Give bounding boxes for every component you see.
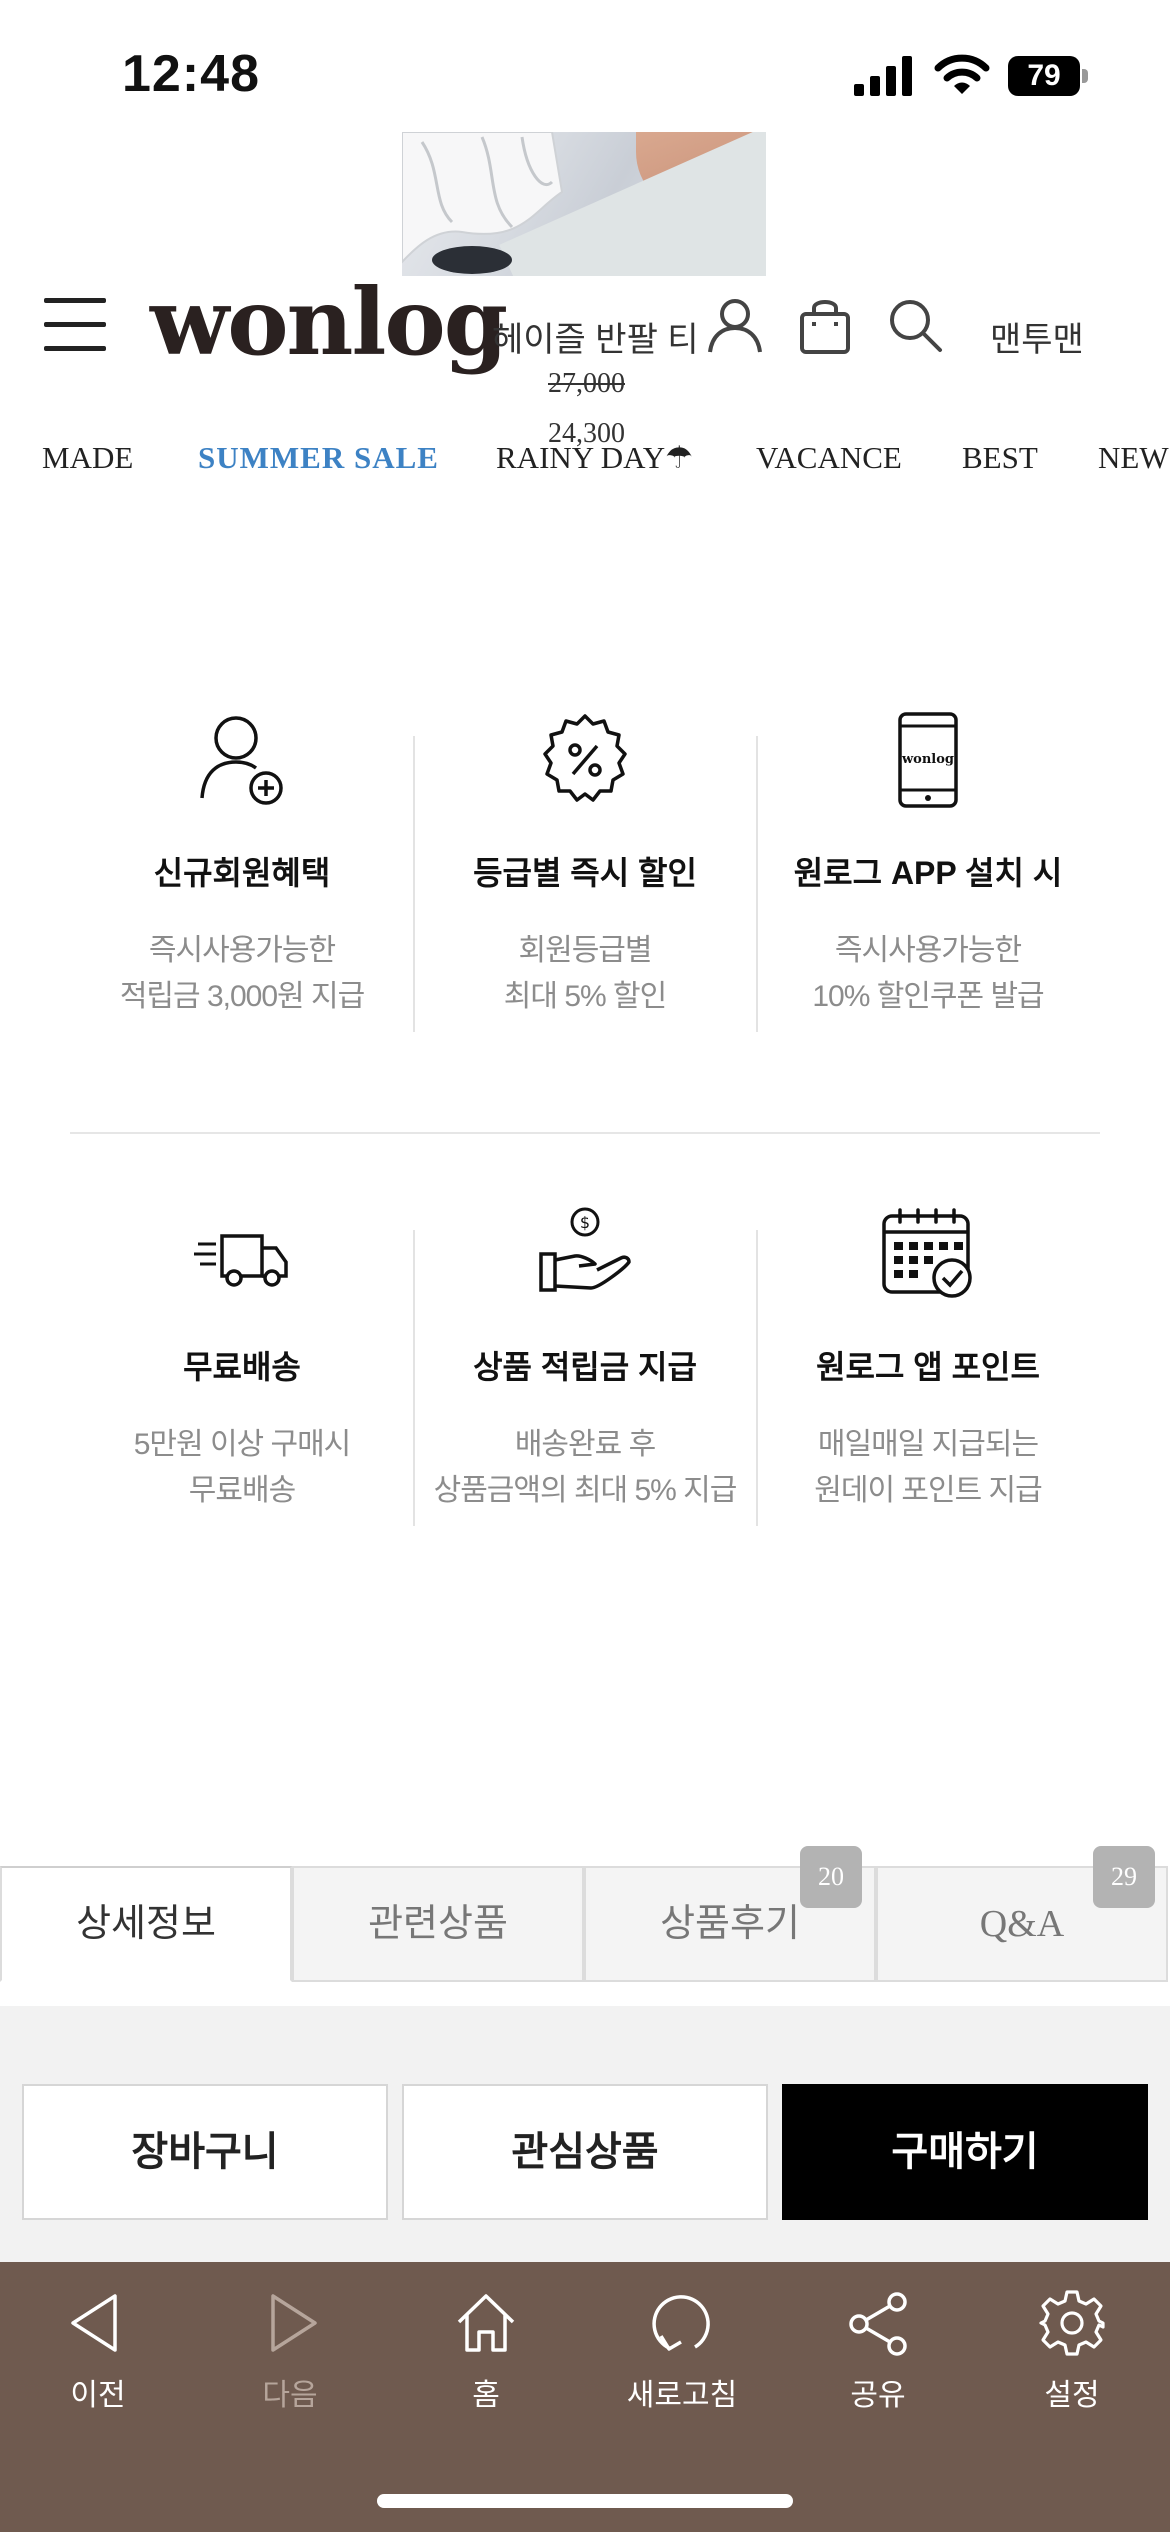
purchase-action-bar: 장바구니 관심상품 구매하기 [0,2006,1170,2262]
settings-gear-icon [1039,2290,1105,2356]
status-time: 12:48 [122,45,260,103]
delivery-truck-icon [194,1234,288,1287]
toolbar-share-button[interactable]: 공유 [798,2288,958,2414]
benefit-new-member: 신규회원혜택 즉시사용가능한 적립금 3,000원 지급 [72,710,412,1020]
benefit-title: 무료배송 [183,1349,301,1385]
garment-image [402,132,564,274]
toolbar-forward-button[interactable]: 다음 [210,2288,370,2414]
category-nav: MADE SUMMER SALE RAINY DAY☂ VACANCE BEST… [0,440,1170,490]
header-category-link[interactable]: 맨투맨 [990,312,1084,361]
toolbar-refresh-button[interactable]: 새로고침 [602,2288,762,2414]
status-bar: 12:48 79 [0,0,1170,130]
benefit-description: 즉시사용가능한 10% 할인쿠폰 발급 [812,934,1044,1013]
benefit-free-shipping: 무료배송 5만원 이상 구매시 무료배송 [72,1204,412,1514]
category-made[interactable]: MADE [42,440,133,476]
cellular-signal-icon [854,56,912,96]
product-tabs: 상세정보 관련상품 상품후기 Q&A 20 29 [0,1846,1170,1982]
forward-arrow-icon [271,2294,317,2352]
toolbar-label: 공유 [850,2379,906,2412]
product-thumbnail[interactable] [402,132,766,276]
refresh-icon [652,2295,710,2351]
reviews-count-badge: 20 [800,1846,862,1908]
header-original-price: 27,000 [548,368,625,399]
benefit-title: 등급별 즉시 할인 [473,855,697,891]
tab-label: 상품후기 [660,1903,800,1945]
toolbar-back-button[interactable]: 이전 [18,2288,178,2414]
share-icon [849,2292,907,2356]
wishlist-button[interactable]: 관심상품 [402,2084,768,2220]
battery-indicator: 79 [1008,56,1088,96]
toolbar-label: 새로고침 [626,2379,738,2412]
app-icon-logo-text: wonlog [901,752,954,767]
hand-coin-icon: $ [539,1207,631,1292]
user-account-icon[interactable] [706,296,764,354]
benefit-title: 신규회원혜택 [153,855,331,891]
search-icon[interactable] [886,296,944,354]
home-indicator[interactable] [377,2494,793,2508]
home-icon [457,2294,515,2352]
toolbar-label: 이전 [70,2379,126,2412]
tab-related[interactable]: 관련상품 [292,1866,584,1982]
benefit-description: 매일매일 지급되는 원데이 포인트 지급 [814,1428,1042,1507]
toolbar-label: 다음 [262,2379,318,2412]
shopping-bag-icon[interactable] [796,296,854,354]
benefit-reward-points: $ 상품 적립금 지급 배송완료 후 상품금액의 최대 5% 지급 [415,1204,755,1514]
header-product-name[interactable]: 헤이즐 반팔 티 [492,312,699,361]
section-divider [70,1132,1100,1134]
toolbar-label: 홈 [472,2379,500,2412]
qna-count-badge: 29 [1093,1846,1155,1908]
benefit-title: 원로그 APP 설치 시 [793,855,1063,891]
back-arrow-icon [71,2294,117,2352]
tab-label: Q&A [979,1903,1065,1945]
browser-toolbar: 이전 다음 홈 새로고침 공유 설정 [0,2262,1170,2532]
benefit-description: 회원등급별 최대 5% 할인 [503,934,667,1013]
benefit-description: 5만원 이상 구매시 무료배송 [133,1428,352,1507]
benefit-app-points: 원로그 앱 포인트 매일매일 지급되는 원데이 포인트 지급 [758,1204,1098,1514]
add-to-cart-button[interactable]: 장바구니 [22,2084,388,2220]
toolbar-label: 설정 [1044,2379,1100,2412]
toolbar-home-button[interactable]: 홈 [406,2288,566,2414]
benefit-grade-discount: 등급별 즉시 할인 회원등급별 최대 5% 할인 [415,710,755,1020]
vertical-divider [756,1230,758,1526]
benefit-title: 원로그 앱 포인트 [816,1349,1040,1385]
category-summer-sale[interactable]: SUMMER SALE [198,440,439,476]
vertical-divider [756,736,758,1032]
hamburger-menu-icon[interactable] [44,298,106,352]
benefit-description: 배송완료 후 상품금액의 최대 5% 지급 [433,1428,738,1507]
toolbar-settings-button[interactable]: 설정 [992,2288,1152,2414]
site-logo[interactable]: wonlog [150,268,508,376]
wifi-icon [934,54,990,94]
vertical-divider [413,1230,415,1526]
benefit-title: 상품 적립금 지급 [473,1349,697,1385]
tab-label: 관련상품 [368,1903,508,1945]
vertical-divider [413,736,415,1032]
category-best[interactable]: BEST [962,440,1038,476]
benefit-description: 즉시사용가능한 적립금 3,000원 지급 [119,934,365,1013]
user-add-icon [200,716,283,805]
category-new[interactable]: NEW [1098,440,1169,476]
benefit-app-install: wonlog 원로그 APP 설치 시 즉시사용가능한 10% 할인쿠폰 발급 [758,710,1098,1020]
buy-now-button[interactable]: 구매하기 [782,2084,1148,2220]
category-vacance[interactable]: VACANCE [756,440,902,476]
category-rainy-day[interactable]: RAINY DAY☂ [496,440,693,476]
mobile-app-icon: wonlog [898,712,958,808]
tab-details[interactable]: 상세정보 [0,1866,292,1982]
battery-level: 79 [1027,59,1061,92]
discount-badge-icon [543,714,627,802]
calendar-check-icon [882,1208,972,1298]
tab-label: 상세정보 [76,1903,216,1945]
svg-text:$: $ [580,1213,590,1232]
